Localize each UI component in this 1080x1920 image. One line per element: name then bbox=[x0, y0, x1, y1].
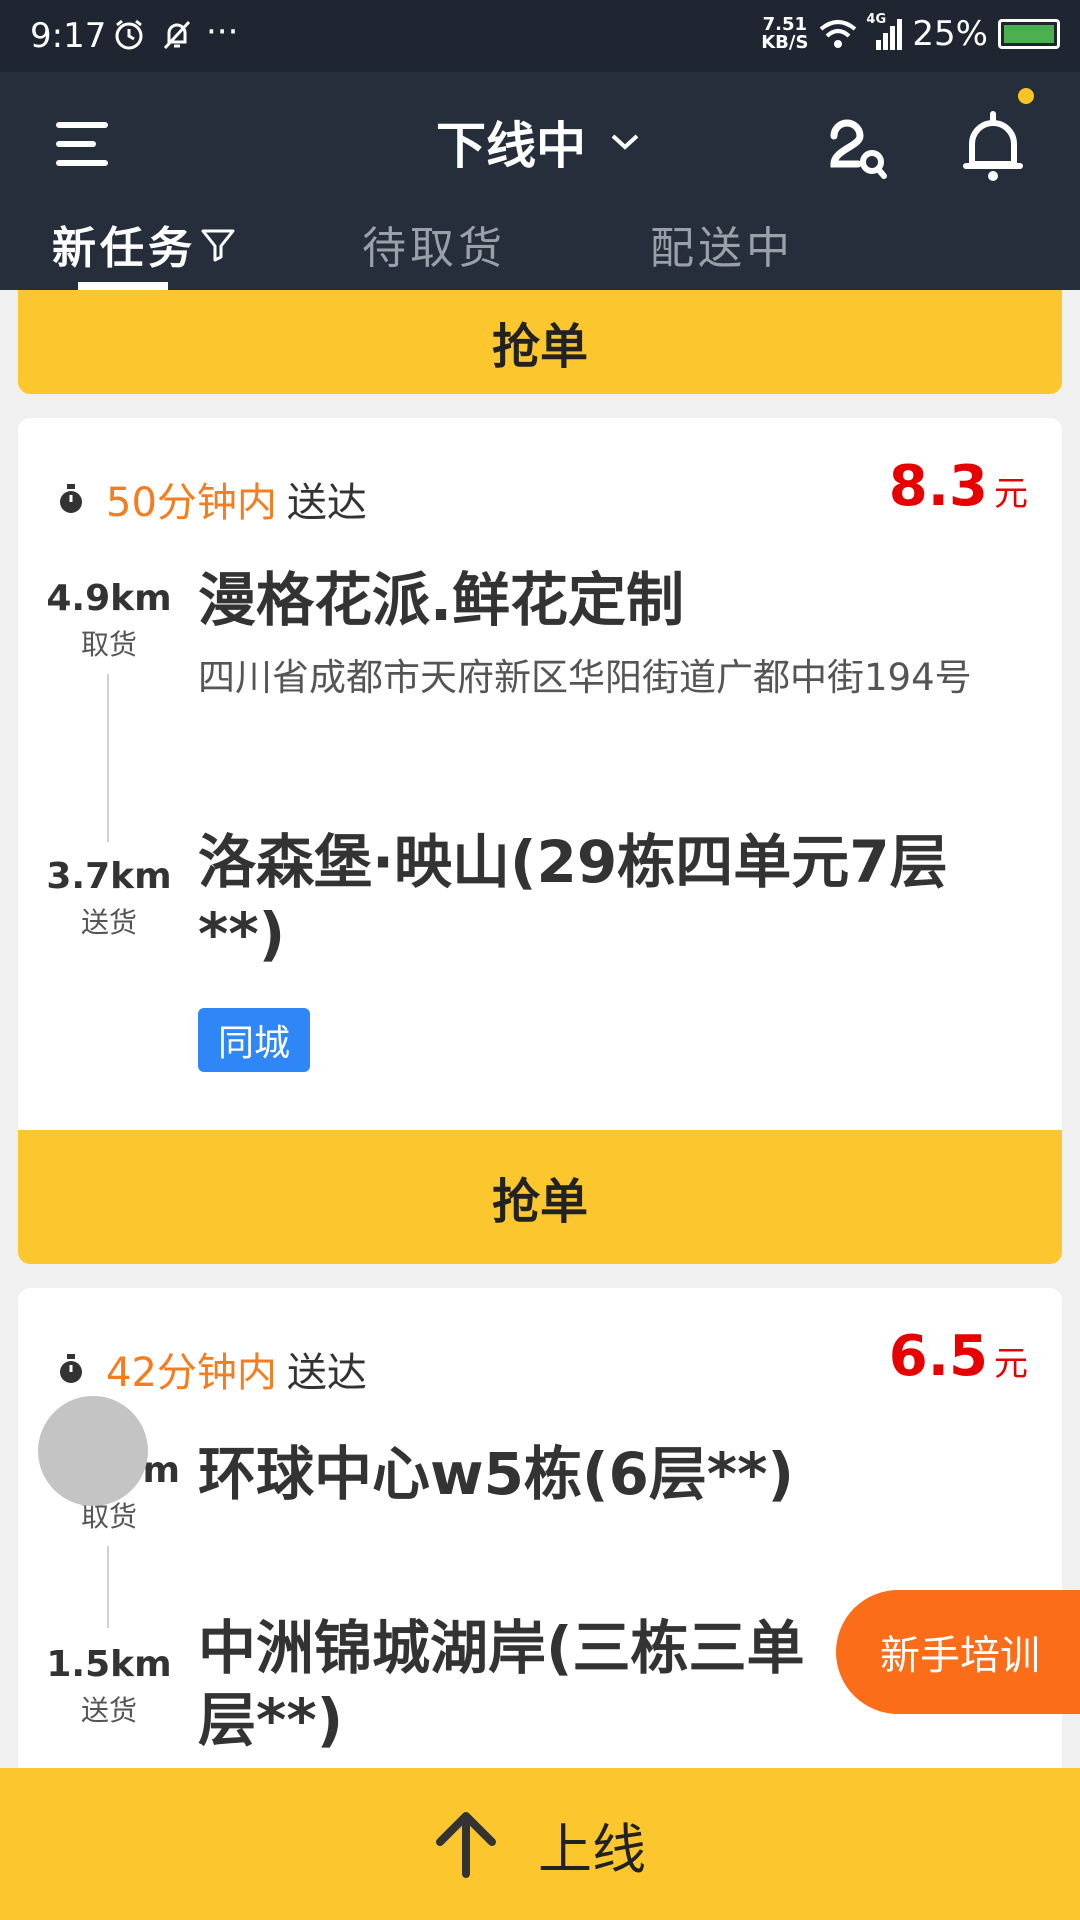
delivery-time-row: 42分钟内 送达 bbox=[58, 1340, 367, 1398]
dropoff-distance-block: 1.5km 送货 bbox=[34, 1644, 184, 1729]
mute-icon bbox=[163, 20, 191, 50]
price-unit: 元 bbox=[994, 474, 1028, 514]
price-unit: 元 bbox=[994, 1344, 1028, 1384]
status-more-icon: ··· bbox=[206, 12, 239, 52]
wifi-icon bbox=[820, 20, 857, 48]
work-status-label: 下线中 bbox=[436, 117, 586, 175]
dropoff-distance-block: 3.7km 送货 bbox=[34, 856, 184, 941]
app-header: 下线中 新任务 待取货 配送中 bbox=[0, 72, 1080, 290]
dropoff-label: 送货 bbox=[80, 906, 137, 939]
menu-icon[interactable] bbox=[56, 118, 114, 170]
deliver-text: 送达 bbox=[286, 1350, 367, 1396]
newbie-training-button[interactable]: 新手培训 bbox=[836, 1590, 1080, 1714]
battery-icon bbox=[998, 19, 1060, 49]
route-line bbox=[107, 674, 109, 842]
pickup-address: 四川省成都市天府新区华阳街道广都中街194号 bbox=[198, 656, 972, 699]
net-speed-unit: KB/S bbox=[761, 32, 809, 53]
stopwatch-icon bbox=[60, 484, 82, 513]
dropoff-distance: 1.5km bbox=[46, 1644, 172, 1685]
dropoff-name: 洛森堡·映山(29栋四单元7层**) bbox=[198, 828, 948, 968]
tab-to-pickup[interactable]: 待取货 bbox=[362, 212, 506, 276]
go-online-button[interactable]: 上线 bbox=[0, 1768, 1080, 1920]
pickup-name: 漫格花派.鲜花定制 bbox=[198, 566, 685, 634]
cell-signal-icon: 4G bbox=[866, 12, 903, 52]
route-line bbox=[107, 1546, 109, 1628]
work-status-dropdown[interactable]: 下线中 bbox=[436, 106, 640, 178]
order-tabs: 新任务 待取货 配送中 bbox=[0, 212, 1080, 290]
dropoff-distance: 3.7km bbox=[46, 856, 172, 897]
order-price: 6.5 元 bbox=[889, 1324, 1028, 1389]
tab-new-tasks[interactable]: 新任务 bbox=[52, 212, 236, 276]
arrow-up-icon bbox=[436, 1812, 496, 1878]
price-value: 6.5 bbox=[888, 1324, 988, 1389]
delivery-time-row: 50分钟内 送达 bbox=[58, 470, 367, 528]
tab-delivering[interactable]: 配送中 bbox=[650, 212, 794, 276]
pickup-distance: 4.9km bbox=[46, 578, 172, 619]
filter-icon[interactable] bbox=[200, 226, 236, 262]
stopwatch-icon bbox=[60, 1354, 82, 1383]
tab-new-tasks-label: 新任务 bbox=[52, 223, 196, 274]
order-card[interactable]: 50分钟内 送达 8.3 元 4.9km 取货 漫格花派.鲜花定制 四川省成都市天… bbox=[18, 418, 1062, 1264]
net-speed: 7.51 KB/S bbox=[761, 16, 808, 52]
order-price: 8.3 元 bbox=[889, 454, 1028, 519]
pickup-label: 取货 bbox=[80, 628, 137, 661]
status-bar: 9:17 ··· 7.51 KB/S 4G 25% bbox=[0, 0, 1080, 72]
status-time: 9:17 bbox=[30, 16, 107, 56]
same-city-tag: 同城 bbox=[198, 1008, 311, 1072]
chevron-down-icon bbox=[611, 134, 639, 150]
go-online-label: 上线 bbox=[538, 1817, 646, 1881]
pickup-distance-block: 4.9km 取货 bbox=[34, 578, 184, 663]
deliver-text: 送达 bbox=[286, 480, 367, 526]
pickup-name: 环球中心w5栋(6层**) bbox=[198, 1440, 794, 1508]
order-card-previous: 抢单 bbox=[18, 290, 1062, 394]
notification-dot bbox=[1018, 88, 1034, 104]
dropoff-label: 送货 bbox=[80, 1694, 137, 1727]
floating-avatar[interactable] bbox=[38, 1396, 148, 1506]
grab-order-button[interactable]: 抢单 bbox=[18, 1130, 1062, 1264]
bell-icon[interactable] bbox=[960, 108, 1026, 184]
battery-percent: 25% bbox=[912, 14, 988, 54]
order-card[interactable]: 42分钟内 送达 6.5 元 m 取货 环球中心w5栋(6层**) 1.5km 送… bbox=[18, 1288, 1062, 1808]
alarm-icon bbox=[115, 19, 143, 50]
active-tab-indicator bbox=[78, 282, 168, 290]
price-value: 8.3 bbox=[888, 454, 988, 519]
grab-order-button[interactable]: 抢单 bbox=[18, 290, 1062, 394]
route-icon[interactable] bbox=[820, 114, 890, 184]
time-limit: 42分钟内 bbox=[106, 1350, 277, 1396]
network-type: 4G bbox=[866, 12, 887, 27]
time-limit: 50分钟内 bbox=[106, 480, 277, 526]
